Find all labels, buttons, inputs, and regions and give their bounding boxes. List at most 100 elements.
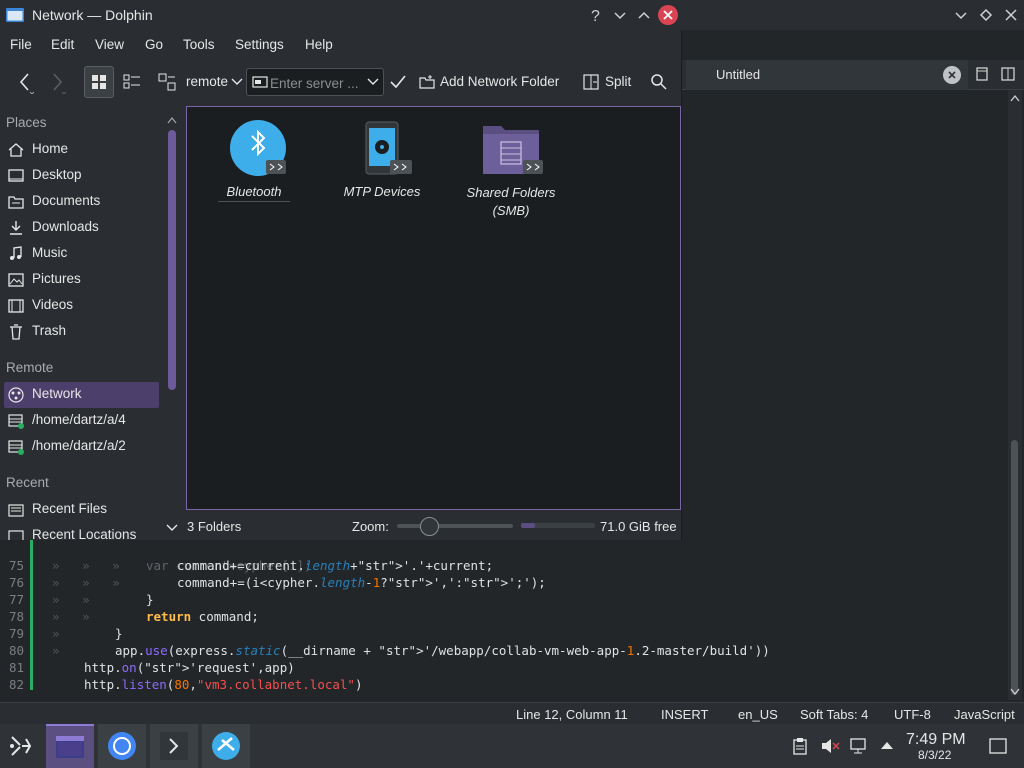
menu-file[interactable]: File (10, 37, 32, 52)
folder-label: Bluetooth (218, 184, 290, 202)
menu-help[interactable]: Help (305, 37, 333, 52)
home-icon (8, 142, 24, 158)
code-text: http.on("str">'request',app) (84, 660, 295, 675)
details-view-icon[interactable] (122, 72, 142, 92)
location-crumb[interactable]: remote (186, 74, 228, 89)
menu-go[interactable]: Go (145, 37, 163, 52)
close-tab-icon[interactable] (943, 66, 961, 84)
server-input[interactable] (270, 74, 362, 92)
line-number[interactable]: 76 (0, 574, 24, 591)
line-number[interactable]: 78 (0, 608, 24, 625)
tray-expand-icon[interactable] (880, 739, 894, 751)
places-item-trash[interactable]: Trash (4, 319, 159, 345)
places-item-label: Trash (32, 323, 67, 338)
zoom-slider-track[interactable] (397, 524, 513, 528)
chevron-down-icon[interactable] (367, 77, 379, 87)
scroll-down-icon[interactable] (1010, 688, 1020, 696)
close-icon[interactable] (1002, 6, 1020, 24)
search-icon[interactable] (650, 73, 668, 91)
places-item-videos[interactable]: Videos (4, 293, 159, 319)
indentation-settings[interactable]: Soft Tabs: 4 (800, 707, 868, 722)
taskbar-konsole[interactable] (150, 724, 198, 768)
zoom-slider-handle[interactable] (420, 517, 439, 536)
code-text: return command; (146, 609, 259, 624)
places-item-label: Recent Locations (32, 527, 137, 540)
editor-statusbar: Line 12, Column 11 INSERT en_US Soft Tab… (0, 702, 1024, 726)
places-item-home[interactable]: Home (4, 137, 159, 163)
cursor-position[interactable]: Line 12, Column 11 (516, 707, 628, 722)
dictionary[interactable]: en_US (738, 707, 778, 722)
clipboard-icon[interactable] (791, 737, 809, 755)
icons-view-icon[interactable] (84, 66, 114, 98)
editor-scrollbar-thumb[interactable] (1011, 440, 1018, 695)
scroll-up-icon[interactable] (1010, 94, 1020, 102)
places-item-pictures[interactable]: Pictures (4, 267, 159, 293)
minimize-icon[interactable] (952, 6, 970, 24)
maximize-icon[interactable] (635, 6, 653, 24)
line-number[interactable]: 81 (0, 659, 24, 676)
show-desktop-icon[interactable] (988, 737, 1008, 755)
add-folder-icon[interactable] (419, 74, 435, 90)
taskbar-kate[interactable] (202, 724, 250, 768)
code-text: http.listen(80,"vm3.collabnet.local") (84, 677, 363, 692)
network-status-icon[interactable] (850, 737, 868, 755)
places-item-downloads[interactable]: Downloads (4, 215, 159, 241)
remote-section-header: Remote (6, 360, 54, 375)
compact-view-icon[interactable] (157, 72, 177, 92)
help-icon[interactable]: ? (587, 6, 605, 24)
clock-time[interactable]: 7:49 PM (906, 731, 966, 749)
pictures-icon (8, 272, 24, 288)
folder-item-mtp[interactable]: MTP Devices (340, 118, 424, 199)
places-item-network[interactable]: Network (4, 382, 159, 408)
app-launcher-icon[interactable] (8, 733, 34, 759)
menu-settings[interactable]: Settings (235, 37, 284, 52)
syntax-mode[interactable]: JavaScript (954, 707, 1015, 722)
code-area[interactable]: var current=cypher[i]; 75 » » » command+=… (0, 540, 1008, 700)
encoding[interactable]: UTF-8 (894, 707, 931, 722)
folder-item-bluetooth[interactable]: Bluetooth (218, 118, 290, 202)
places-item-desktop[interactable]: Desktop (4, 163, 159, 189)
forward-icon[interactable] (46, 70, 70, 94)
line-number[interactable]: 79 (0, 625, 24, 642)
dolphin-titlebar: Network — Dolphin ? (0, 0, 682, 30)
line-number[interactable]: 80 (0, 642, 24, 659)
checkmark-icon[interactable] (389, 73, 407, 91)
new-document-icon[interactable] (974, 66, 990, 82)
folder-label: MTP Devices (343, 184, 421, 199)
minimize-icon[interactable] (611, 6, 629, 24)
clock-date[interactable]: 8/3/22 (918, 748, 951, 762)
add-network-folder-button[interactable]: Add Network Folder (440, 74, 559, 89)
folder-item-smb[interactable]: Shared Folders (SMB) (462, 118, 560, 220)
line-number[interactable]: 82 (0, 676, 24, 693)
indent-marker: » » (52, 609, 113, 624)
menu-edit[interactable]: Edit (51, 37, 74, 52)
split-icon[interactable] (583, 74, 599, 90)
places-scrollbar[interactable] (168, 130, 176, 390)
places-item-recent-locations[interactable]: Recent Locations (4, 523, 159, 540)
back-icon[interactable] (14, 70, 38, 94)
input-mode[interactable]: INSERT (661, 707, 708, 722)
maximize-icon[interactable] (977, 6, 995, 24)
places-item-remote-2[interactable]: /home/dartz/a/2 (4, 434, 159, 460)
places-item-label: Desktop (32, 167, 82, 182)
menu-tools[interactable]: Tools (183, 37, 215, 52)
split-view-icon[interactable] (1000, 66, 1016, 82)
line-number[interactable]: 77 (0, 591, 24, 608)
line-number[interactable]: 75 (0, 557, 24, 574)
close-icon[interactable] (658, 5, 678, 25)
menu-view[interactable]: View (95, 37, 124, 52)
places-item-recent-files[interactable]: Recent Files (4, 497, 159, 523)
places-item-label: Music (32, 245, 68, 260)
places-item-remote-4[interactable]: /home/dartz/a/4 (4, 408, 159, 434)
places-item-documents[interactable]: Documents (4, 189, 159, 215)
places-item-music[interactable]: Music (4, 241, 159, 267)
taskbar-chromium[interactable] (98, 724, 146, 768)
split-button[interactable]: Split (605, 74, 631, 89)
taskbar-dolphin[interactable] (46, 724, 94, 768)
indent-marker: » » » (52, 575, 143, 590)
volume-muted-icon[interactable] (820, 737, 840, 755)
network-drive-icon (252, 74, 268, 90)
places-item-label: /home/dartz/a/2 (32, 438, 126, 453)
scroll-up-icon[interactable] (167, 116, 177, 124)
chevron-down-icon[interactable] (231, 77, 243, 87)
